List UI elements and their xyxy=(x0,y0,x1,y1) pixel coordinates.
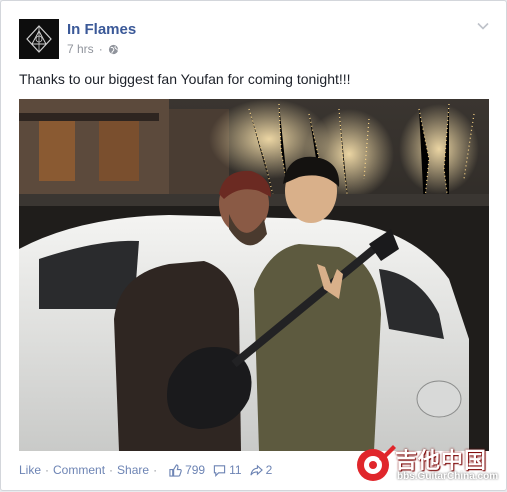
watermark-url: bbs.GuitarChina.com xyxy=(397,471,499,482)
shares-number: 2 xyxy=(265,463,273,477)
page-avatar[interactable] xyxy=(19,19,59,59)
separator: · xyxy=(109,463,114,477)
separator: · xyxy=(153,463,158,477)
post-text: Thanks to our biggest fan Youfan for com… xyxy=(19,71,351,87)
comment-bubble-icon xyxy=(213,464,226,477)
post-photo[interactable] xyxy=(19,99,489,451)
globe-icon[interactable] xyxy=(108,44,119,55)
comments-number: 11 xyxy=(229,463,242,477)
chevron-down-icon xyxy=(477,22,489,30)
post-timestamp[interactable]: 7 hrs xyxy=(67,42,94,56)
meta-dot: · xyxy=(98,42,103,56)
page-name-link[interactable]: In Flames xyxy=(67,21,136,38)
post-options-button[interactable] xyxy=(476,19,490,33)
guitar-logo-icon xyxy=(357,445,396,481)
share-arrow-icon xyxy=(249,464,263,475)
likes-number: 799 xyxy=(185,463,206,477)
post-card: In Flames 7 hrs · Thanks to our biggest … xyxy=(0,0,507,491)
guitarchina-watermark: 吉他中国 bbs.GuitarChina.com xyxy=(353,441,505,489)
comments-count[interactable]: 11 xyxy=(213,463,242,477)
separator: · xyxy=(45,463,50,477)
post-meta: 7 hrs · xyxy=(67,42,119,56)
like-link[interactable]: Like xyxy=(19,463,41,477)
likes-count[interactable]: 799 xyxy=(169,463,205,477)
comment-link[interactable]: Comment xyxy=(53,463,105,477)
share-link[interactable]: Share xyxy=(117,463,149,477)
in-flames-logo-icon xyxy=(19,19,59,59)
thumbs-up-icon xyxy=(169,463,182,477)
photo-image xyxy=(19,99,489,451)
shares-count[interactable]: 2 xyxy=(249,463,273,477)
post-actions: Like · Comment · Share · 799 11 2 xyxy=(19,461,272,479)
